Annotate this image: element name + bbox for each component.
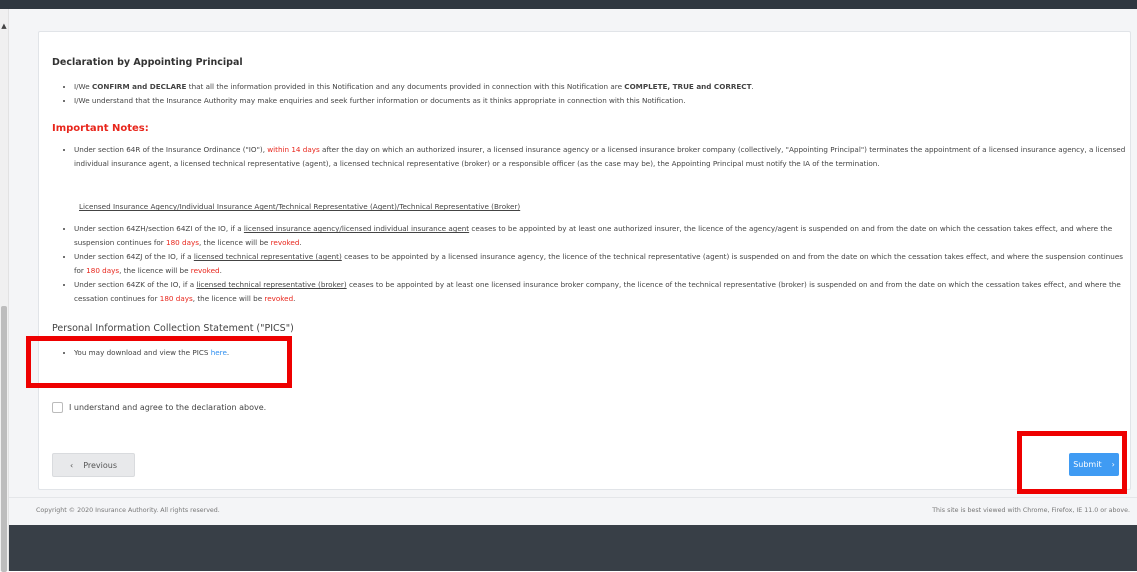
list-item: Under section 64ZK of the IO, if a licen… <box>74 278 1134 306</box>
important-notes-list: Under section 64R of the Insurance Ordin… <box>52 143 1134 171</box>
copyright-text: Copyright © 2020 Insurance Authority. Al… <box>36 507 220 514</box>
list-item: I/We understand that the Insurance Autho… <box>74 94 754 108</box>
pics-title: Personal Information Collection Statemen… <box>52 323 294 334</box>
agree-row[interactable]: I understand and agree to the declaratio… <box>52 402 266 413</box>
declaration-card: Declaration by Appointing Principal I/We… <box>38 31 1131 490</box>
scrollbar[interactable]: ▲ <box>0 9 9 572</box>
footer-divider <box>9 497 1137 498</box>
bottom-bar <box>9 525 1137 571</box>
browser-notice: This site is best viewed with Chrome, Fi… <box>932 507 1130 514</box>
agree-label: I understand and agree to the declaratio… <box>69 403 267 412</box>
top-bar <box>0 0 1137 9</box>
previous-button[interactable]: ‹ Previous <box>52 453 135 477</box>
list-item: Under section 64R of the Insurance Ordin… <box>74 143 1134 171</box>
list-item: Under section 64ZJ of the IO, if a licen… <box>74 250 1134 278</box>
highlight-box-submit <box>1017 431 1127 494</box>
list-item: I/We CONFIRM and DECLARE that all the in… <box>74 80 754 94</box>
agree-checkbox[interactable] <box>52 402 63 413</box>
scroll-up-arrow-icon[interactable]: ▲ <box>0 21 8 31</box>
previous-button-label: Previous <box>83 460 117 470</box>
scrollbar-thumb[interactable] <box>1 306 7 572</box>
list-item: Under section 64ZH/section 64ZI of the I… <box>74 222 1134 250</box>
declaration-list: I/We CONFIRM and DECLARE that all the in… <box>52 80 754 108</box>
licence-notes-list: Under section 64ZH/section 64ZI of the I… <box>52 222 1134 307</box>
licence-types-subtitle: Licensed Insurance Agency/Individual Ins… <box>79 202 521 211</box>
important-notes-title: Important Notes: <box>52 123 149 134</box>
highlight-box-pics <box>26 336 292 388</box>
chevron-left-icon: ‹ <box>69 460 74 470</box>
declaration-heading: Declaration by Appointing Principal <box>52 57 243 68</box>
